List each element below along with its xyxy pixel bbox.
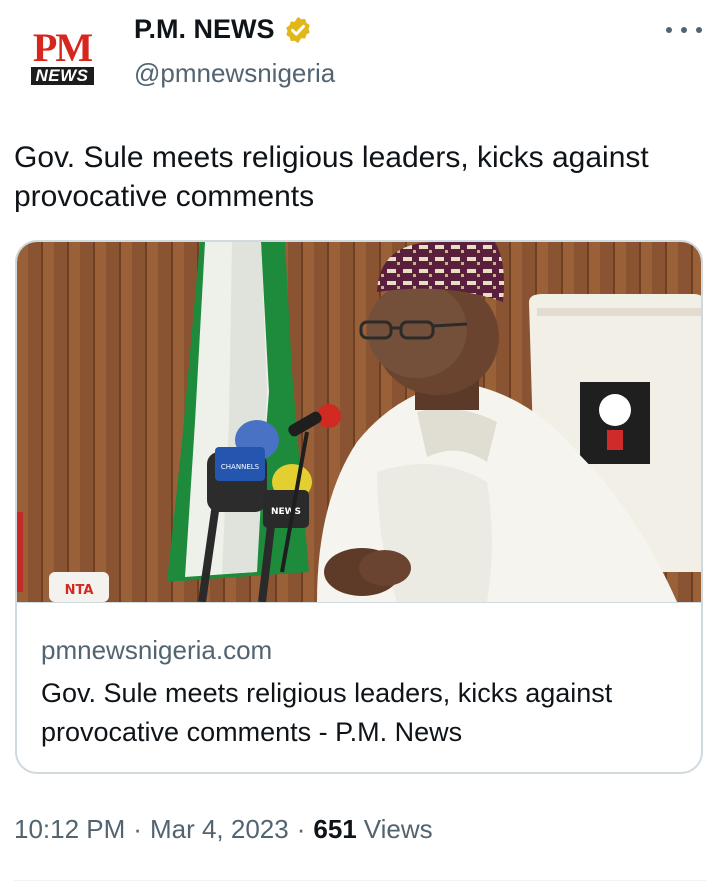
views-label: Views [363, 814, 433, 844]
mic-label-news: NEWS [271, 507, 301, 517]
meta-separator: · [296, 814, 306, 844]
views-count: 651 [313, 814, 357, 844]
more-horizontal-icon [666, 27, 672, 33]
card-domain[interactable]: pmnewsnigeria.com [41, 635, 272, 666]
meta-separator: · [133, 814, 142, 844]
card-divider [17, 602, 701, 603]
article-photo[interactable]: CHANNELS NEWS NTA [17, 242, 701, 602]
more-options-button[interactable] [666, 20, 702, 40]
tweet-date[interactable]: Mar 4, 2023 [150, 814, 289, 845]
more-horizontal-icon [696, 27, 702, 33]
bottom-divider [14, 880, 706, 881]
card-title[interactable]: Gov. Sule meets religious leaders, kicks… [41, 674, 691, 752]
tweet-meta: 10:12 PM · Mar 4, 2023 · 651 Views [14, 814, 433, 845]
tweet-time[interactable]: 10:12 PM [14, 814, 125, 845]
mic-label-channels: CHANNELS [221, 463, 260, 471]
more-horizontal-icon [681, 27, 687, 33]
account-handle[interactable]: @pmnewsnigeria [134, 58, 335, 89]
mic-label-nta: NTA [65, 583, 94, 598]
link-preview-card[interactable]: CHANNELS NEWS NTA pmnewsnigeria.com Gov.… [15, 240, 703, 774]
account-name-row: P.M. NEWS [134, 14, 313, 45]
logo-pm-text: PM [32, 24, 93, 70]
tweet-text: Gov. Sule meets religious leaders, kicks… [14, 141, 649, 213]
account-display-name[interactable]: P.M. NEWS [134, 14, 275, 45]
logo-news-text: NEWS [30, 66, 94, 85]
account-avatar[interactable]: PM NEWS [14, 12, 110, 102]
verified-badge-icon [285, 16, 310, 43]
